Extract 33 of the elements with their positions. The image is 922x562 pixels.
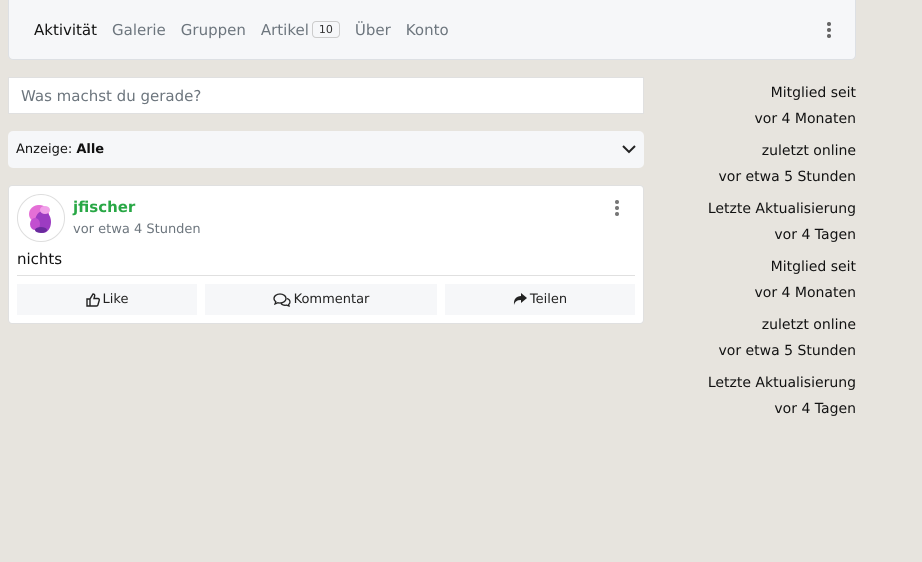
info-label: zuletzt online — [762, 143, 856, 159]
info-value: vor 4 Monaten — [754, 111, 856, 127]
info-value: vor 4 Tagen — [774, 227, 856, 243]
info-value: vor etwa 5 Stunden — [718, 169, 856, 185]
info-value: vor etwa 5 Stunden — [718, 343, 856, 359]
nav-tab[interactable]: Gruppen — [174, 16, 253, 42]
count-badge: 10 — [312, 21, 340, 38]
nav-tab[interactable]: Galerie — [105, 16, 173, 42]
share-arrow-icon — [512, 293, 527, 306]
info-label: zuletzt online — [762, 317, 856, 333]
nav-tab[interactable]: Über — [348, 16, 398, 42]
info-label: Mitglied seit — [770, 259, 856, 275]
filter-dropdown[interactable]: Anzeige: Alle — [8, 131, 644, 168]
nav-tab[interactable]: Konto — [398, 16, 456, 42]
nav-tab[interactable]: Artikel 10 — [254, 16, 347, 42]
nav-tab[interactable]: Aktivität — [27, 16, 104, 42]
post-time: vor etwa 4 Stunden — [73, 222, 202, 237]
more-options-icon[interactable] — [615, 200, 619, 216]
chat-bubbles-icon — [272, 292, 291, 306]
more-options-icon[interactable] — [827, 22, 831, 38]
post-text: nichts — [17, 250, 635, 276]
share-button[interactable]: Teilen — [445, 284, 635, 315]
chevron-down-icon — [622, 145, 636, 154]
status-input-field[interactable]: Was machst du gerade? — [8, 77, 644, 114]
info-value: vor 4 Tagen — [774, 401, 856, 417]
info-label: Mitglied seit — [770, 85, 856, 101]
like-button[interactable]: Like — [17, 284, 197, 315]
info-label: Letzte Aktualisierung — [708, 375, 856, 391]
filter-label: Anzeige: Alle — [16, 142, 104, 157]
comment-button[interactable]: Kommentar — [205, 284, 437, 315]
thumbs-up-icon — [86, 292, 100, 306]
info-value: vor 4 Monaten — [754, 285, 856, 301]
info-label: Letzte Aktualisierung — [708, 201, 856, 217]
